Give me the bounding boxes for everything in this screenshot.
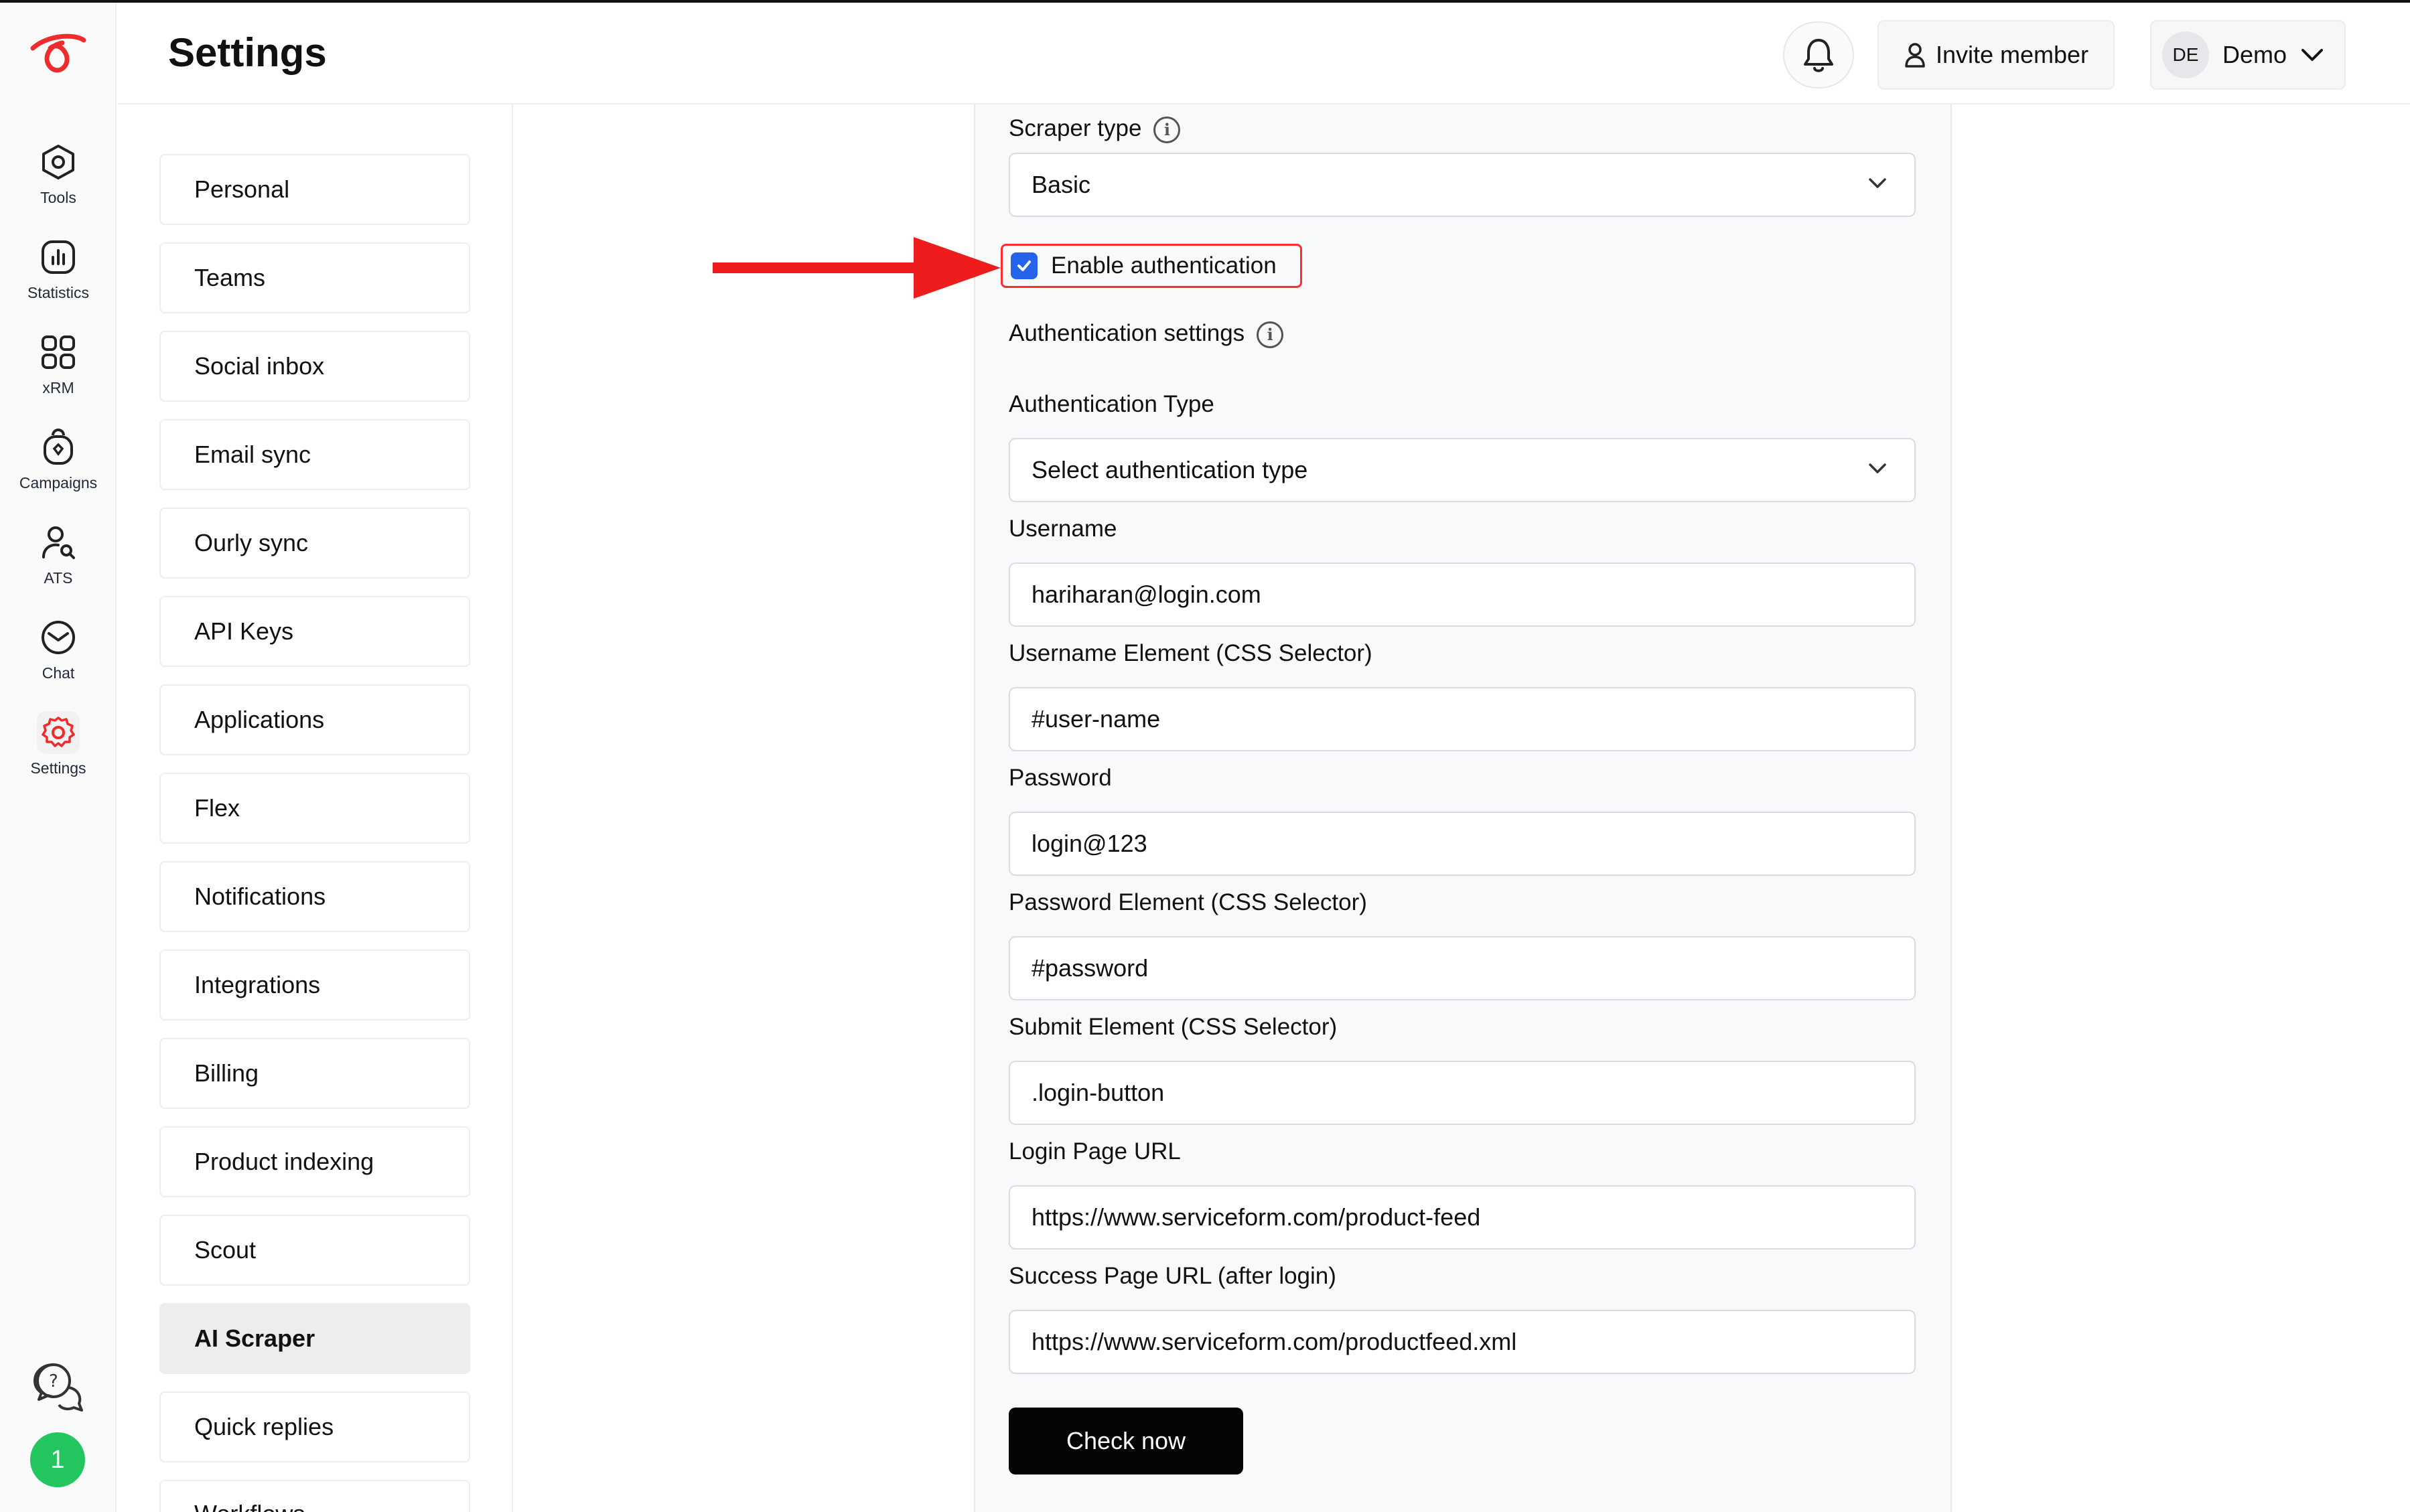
bar-chart-icon xyxy=(37,236,80,279)
scraper-type-select[interactable]: Basic xyxy=(1009,153,1916,217)
top-header: Settings Invite member DE Demo xyxy=(118,3,2410,104)
check-now-button[interactable]: Check now xyxy=(1009,1408,1243,1475)
success-url-label: Success Page URL (after login) xyxy=(1009,1263,1336,1289)
auth-type-label: Authentication Type xyxy=(1009,391,1214,417)
settings-menu-item[interactable]: Integrations xyxy=(159,950,470,1020)
rail-item-ats[interactable]: ATS xyxy=(0,521,117,608)
settings-menu-item[interactable]: Email sync xyxy=(159,419,470,490)
login-url-label: Login Page URL xyxy=(1009,1138,1181,1164)
settings-menu-item[interactable]: Notifications xyxy=(159,861,470,932)
rail-item-settings[interactable]: Settings xyxy=(0,711,117,798)
scraper-type-value: Basic xyxy=(1032,171,1091,198)
enable-authentication-label: Enable authentication xyxy=(1051,252,1277,279)
password-label: Password xyxy=(1009,765,1112,791)
user-icon xyxy=(1905,43,1925,68)
auth-type-select[interactable]: Select authentication type xyxy=(1009,438,1916,502)
settings-menu-item[interactable]: Billing xyxy=(159,1038,470,1109)
page-title: Settings xyxy=(168,30,327,75)
rail-item-statistics[interactable]: Statistics xyxy=(0,236,117,323)
rail-label: Tools xyxy=(40,189,76,206)
success-url-field[interactable]: https://www.serviceform.com/productfeed.… xyxy=(1009,1310,1916,1374)
settings-menu-item[interactable]: Product indexing xyxy=(159,1126,470,1197)
scraper-type-label: Scraper type i xyxy=(1009,115,1181,143)
checkbox-checked-icon[interactable] xyxy=(1011,252,1038,279)
avatar: DE xyxy=(2162,31,2209,78)
user-search-icon xyxy=(37,521,80,564)
settings-menu-item[interactable]: Scout xyxy=(159,1215,470,1286)
chevron-down-icon xyxy=(2301,49,2324,61)
rail-label: Chat xyxy=(42,664,75,682)
username-element-field[interactable]: #user-name xyxy=(1009,687,1916,751)
user-menu-button[interactable]: DE Demo xyxy=(2150,20,2346,90)
invite-member-button[interactable]: Invite member xyxy=(1877,20,2115,90)
enable-authentication-checkbox[interactable]: Enable authentication xyxy=(1001,244,1302,288)
authentication-settings-heading-text: Authentication settings xyxy=(1009,320,1245,346)
bell-icon xyxy=(1804,39,1833,72)
login-url-field[interactable]: https://www.serviceform.com/product-feed xyxy=(1009,1185,1916,1250)
chat-icon xyxy=(37,616,80,659)
settings-menu-item[interactable]: Ourly sync xyxy=(159,508,470,579)
info-icon[interactable]: i xyxy=(1257,321,1284,348)
settings-menu-item[interactable]: API Keys xyxy=(159,596,470,667)
user-name: Demo xyxy=(2222,41,2287,68)
help-chat-icon[interactable]: ? xyxy=(31,1361,84,1414)
chevron-down-icon xyxy=(1869,463,1886,473)
invite-member-label: Invite member xyxy=(1935,41,2089,68)
rail-label: xRM xyxy=(42,379,74,396)
hexagon-icon xyxy=(37,141,80,183)
rail-label: Statistics xyxy=(27,284,90,301)
password-element-field[interactable]: #password xyxy=(1009,936,1916,1000)
svg-text:?: ? xyxy=(49,1371,58,1391)
scraper-type-label-text: Scraper type xyxy=(1009,115,1142,141)
username-field[interactable]: hariharan@login.com xyxy=(1009,562,1916,627)
red-arrow-annotation xyxy=(713,237,1001,299)
rail-item-campaigns[interactable]: Campaigns xyxy=(0,426,117,513)
password-field[interactable]: login@123 xyxy=(1009,812,1916,876)
app-logo[interactable] xyxy=(27,31,88,78)
chevron-down-icon xyxy=(1869,178,1886,188)
settings-menu-item-active[interactable]: AI Scraper xyxy=(159,1303,470,1374)
username-label: Username xyxy=(1009,516,1117,542)
settings-menu-item[interactable]: Quick replies xyxy=(159,1391,470,1462)
notifications-button[interactable] xyxy=(1783,21,1854,88)
info-icon[interactable]: i xyxy=(1153,116,1181,143)
rail-item-tools[interactable]: Tools xyxy=(0,141,117,228)
submit-element-label: Submit Element (CSS Selector) xyxy=(1009,1014,1338,1040)
notification-count-badge[interactable]: 1 xyxy=(30,1432,85,1487)
submit-element-field[interactable]: .login-button xyxy=(1009,1061,1916,1125)
auth-type-value: Select authentication type xyxy=(1032,456,1308,483)
authentication-settings-heading: Authentication settings i xyxy=(1009,320,1284,348)
campaign-icon xyxy=(37,426,80,469)
settings-menu-item[interactable]: Social inbox xyxy=(159,331,470,402)
grid-icon xyxy=(37,331,80,374)
rail-item-chat[interactable]: Chat xyxy=(0,616,117,703)
gear-icon xyxy=(37,711,80,754)
rail-label: Settings xyxy=(30,759,86,777)
settings-menu-item[interactable]: Workflows xyxy=(159,1480,470,1512)
settings-menu-item[interactable]: Applications xyxy=(159,684,470,755)
app-rail: Tools Statistics xRM Campaigns ATS Chat xyxy=(0,3,117,1512)
settings-menu-item[interactable]: Flex xyxy=(159,773,470,844)
ai-scraper-form-panel xyxy=(974,104,1952,1512)
settings-submenu: Personal Teams Social inbox Email sync O… xyxy=(118,104,513,1512)
settings-menu-item[interactable]: Personal xyxy=(159,154,470,225)
rail-label: Campaigns xyxy=(19,474,98,492)
rail-item-xrm[interactable]: xRM xyxy=(0,331,117,418)
username-element-label: Username Element (CSS Selector) xyxy=(1009,640,1372,666)
settings-menu-item[interactable]: Teams xyxy=(159,242,470,313)
rail-label: ATS xyxy=(44,569,73,587)
password-element-label: Password Element (CSS Selector) xyxy=(1009,889,1367,915)
